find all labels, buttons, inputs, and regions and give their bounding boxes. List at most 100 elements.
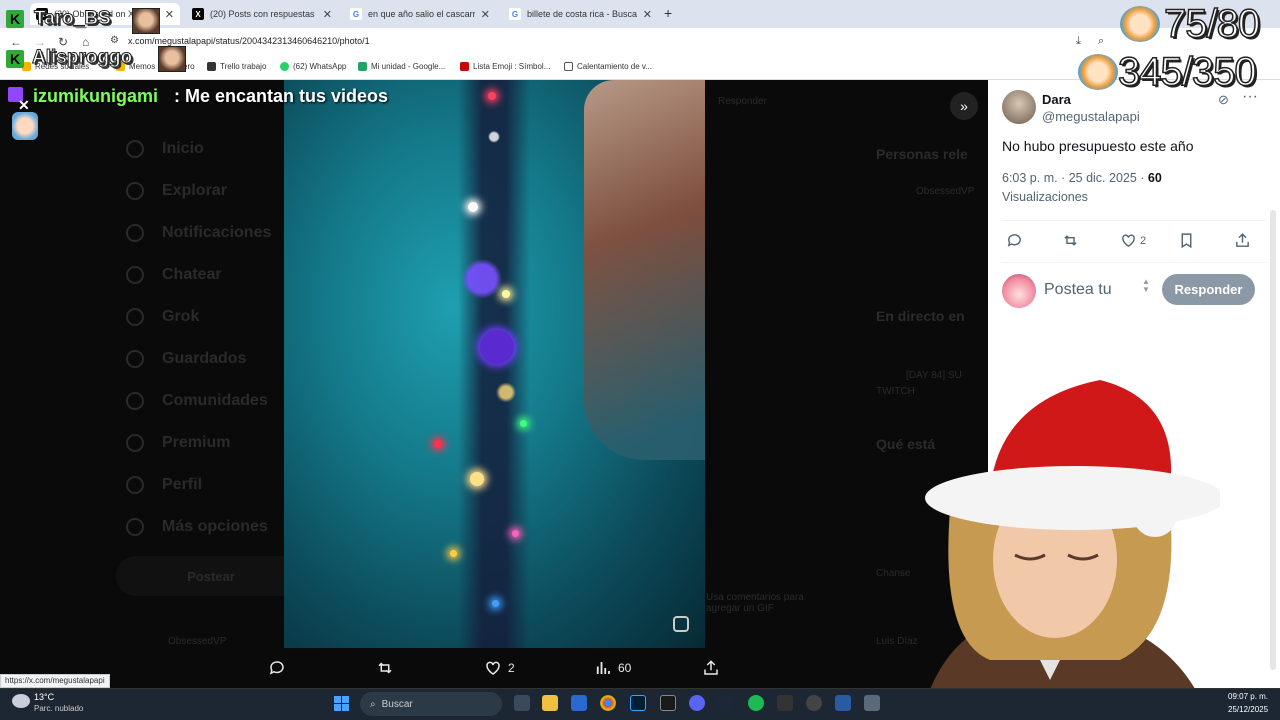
responder-button[interactable]: Responder <box>1162 274 1255 305</box>
bookmark-trello[interactable]: Trello trabajo <box>207 62 266 71</box>
repost-button[interactable] <box>1062 232 1079 249</box>
reply-icon <box>1007 234 1021 247</box>
spotify-icon[interactable] <box>748 695 764 711</box>
bookmark-icon <box>126 350 144 368</box>
bookmark-button[interactable] <box>1178 232 1195 249</box>
author-handle[interactable]: @megustalapapi <box>1042 109 1140 124</box>
v-app-icon[interactable] <box>660 695 676 711</box>
reply-button[interactable] <box>268 659 286 677</box>
reply-icon <box>269 661 284 675</box>
obs-icon[interactable] <box>806 695 822 711</box>
weather-desc[interactable]: Parc. nublado <box>34 704 83 713</box>
share-button[interactable] <box>702 659 720 677</box>
kick-icon: K <box>6 50 24 68</box>
sidebar-item-premium[interactable]: Premium <box>126 434 230 452</box>
bookmark-drive[interactable]: Mi unidad - Google... <box>358 62 445 71</box>
goal-avatar-2 <box>1078 54 1118 90</box>
install-icon[interactable]: ⤓ <box>1076 35 1081 48</box>
bookmark-emoji[interactable]: Lista Emoji : Símbol... <box>460 62 550 71</box>
url-field[interactable]: x.com/megustalapapi/status/2004342313460… <box>128 36 370 46</box>
steam-icon[interactable] <box>718 695 734 711</box>
heart-icon <box>1122 234 1135 248</box>
sidebar-item-guardados[interactable]: Guardados <box>126 350 246 368</box>
tab-posts-respuestas[interactable]: X (20) Posts con respuestas de Ch ✕ <box>186 3 338 25</box>
drive-icon <box>358 62 367 71</box>
reply-button[interactable] <box>1006 232 1023 249</box>
edit-image-icon[interactable] <box>673 616 689 632</box>
postear-button[interactable]: Postear <box>116 556 306 596</box>
address-bar: ← → ↻ ⌂ ⚙ x.com/megustalapapi/status/200… <box>0 28 1280 56</box>
repost-button[interactable] <box>376 659 394 677</box>
google-icon: G <box>350 8 362 20</box>
share-button[interactable] <box>1234 232 1251 249</box>
viewer-name-2: Alisproggo <box>31 47 133 69</box>
views-icon <box>596 662 610 674</box>
vscode-icon[interactable] <box>835 695 851 711</box>
chrome-icon[interactable] <box>600 695 616 711</box>
sidebar-item-explorar[interactable]: Explorar <box>126 182 227 200</box>
google-icon: G <box>509 8 521 20</box>
browser-tab-bar: X (20) Obsessed on X: ✕ X (20) Posts con… <box>0 0 1280 28</box>
taskbar-search[interactable]: ⌕ Buscar <box>360 692 502 716</box>
goal-counter-2: 345/350 <box>1117 49 1257 95</box>
sidebar-item-mas-opciones[interactable]: Más opciones <box>126 518 268 536</box>
sidebar-profile-name[interactable]: ObsessedVP <box>168 636 226 647</box>
christmas-lights-strand <box>434 80 554 648</box>
weather-cloud-icon[interactable] <box>12 694 30 708</box>
tweet-timestamp: 6:03 p. m. · 25 dic. 2025 · 60 <box>1002 171 1162 185</box>
collapse-panel-button[interactable]: » <box>950 92 978 120</box>
site-info-icon[interactable]: ⚙ <box>110 35 119 46</box>
mail-icon <box>126 266 144 284</box>
share-icon <box>1236 233 1249 247</box>
author-avatar[interactable] <box>1002 90 1036 124</box>
light-dot <box>492 600 499 607</box>
store-icon[interactable] <box>571 695 587 711</box>
calculator-icon[interactable] <box>864 695 880 711</box>
tab-billete[interactable]: G billete de costa rica - Buscar co ✕ <box>503 3 658 25</box>
sidebar-item-comunidades[interactable]: Comunidades <box>126 392 268 410</box>
emoji-site-icon <box>460 62 469 71</box>
chat-username: izumikunigami <box>33 86 159 106</box>
tab-cascarrabias[interactable]: G en que año salio el cascarrabias ✕ <box>344 3 496 25</box>
sidebar-item-grok[interactable]: Grok <box>126 308 199 326</box>
close-tab-icon[interactable]: ✕ <box>165 8 174 21</box>
views-button[interactable]: 60 <box>594 659 631 677</box>
close-tab-icon[interactable]: ✕ <box>323 8 332 21</box>
bg-reply-header: Responder <box>718 96 767 107</box>
discord-icon[interactable] <box>689 695 705 711</box>
divider <box>1002 262 1266 263</box>
windows-start-icon[interactable] <box>334 696 349 711</box>
sidebar-item-chatear[interactable]: Chatear <box>126 266 222 284</box>
weather-temp[interactable]: 13°C <box>34 692 54 702</box>
bookmark-whatsapp[interactable]: (62) WhatsApp <box>280 62 346 71</box>
vtuber-avatar <box>920 380 1220 720</box>
search-icon <box>126 182 144 200</box>
photoshop-icon[interactable] <box>630 695 646 711</box>
sidebar-item-notificaciones[interactable]: Notificaciones <box>126 224 271 242</box>
light-dot <box>470 472 484 486</box>
sidebar-item-inicio[interactable]: Inicio <box>126 140 204 158</box>
like-button[interactable]: 2 <box>1120 232 1146 249</box>
close-tab-icon[interactable]: ✕ <box>481 8 490 21</box>
file-explorer-icon[interactable] <box>542 695 558 711</box>
zoom-icon[interactable]: ⌕ <box>1098 35 1104 48</box>
sidebar-item-perfil[interactable]: Perfil <box>126 476 202 494</box>
goal-counter-1: 75/80 <box>1163 1 1261 47</box>
tweet-photo[interactable] <box>284 80 705 648</box>
like-button[interactable]: 2 <box>484 659 515 677</box>
scrollbar[interactable] <box>1270 210 1276 670</box>
clock-date[interactable]: 25/12/2025 <box>1228 705 1268 714</box>
close-tab-icon[interactable]: ✕ <box>643 8 652 21</box>
terminal-icon[interactable] <box>777 695 793 711</box>
back-icon[interactable]: ← <box>10 35 22 49</box>
bookmark-calentamiento[interactable]: Calentamiento de v... <box>564 62 652 71</box>
author-name[interactable]: Dara <box>1042 92 1071 107</box>
x-logo-icon <box>126 434 144 452</box>
light-dot <box>488 92 496 100</box>
clock-time[interactable]: 09:07 p. m. <box>1228 692 1268 701</box>
trello-icon <box>207 62 216 71</box>
task-view-icon[interactable] <box>514 695 530 711</box>
new-tab-icon[interactable]: + <box>664 5 672 21</box>
reply-input[interactable]: Postea tu <box>1044 281 1112 299</box>
resize-arrows-icon: ▲ ▼ <box>1142 277 1150 294</box>
